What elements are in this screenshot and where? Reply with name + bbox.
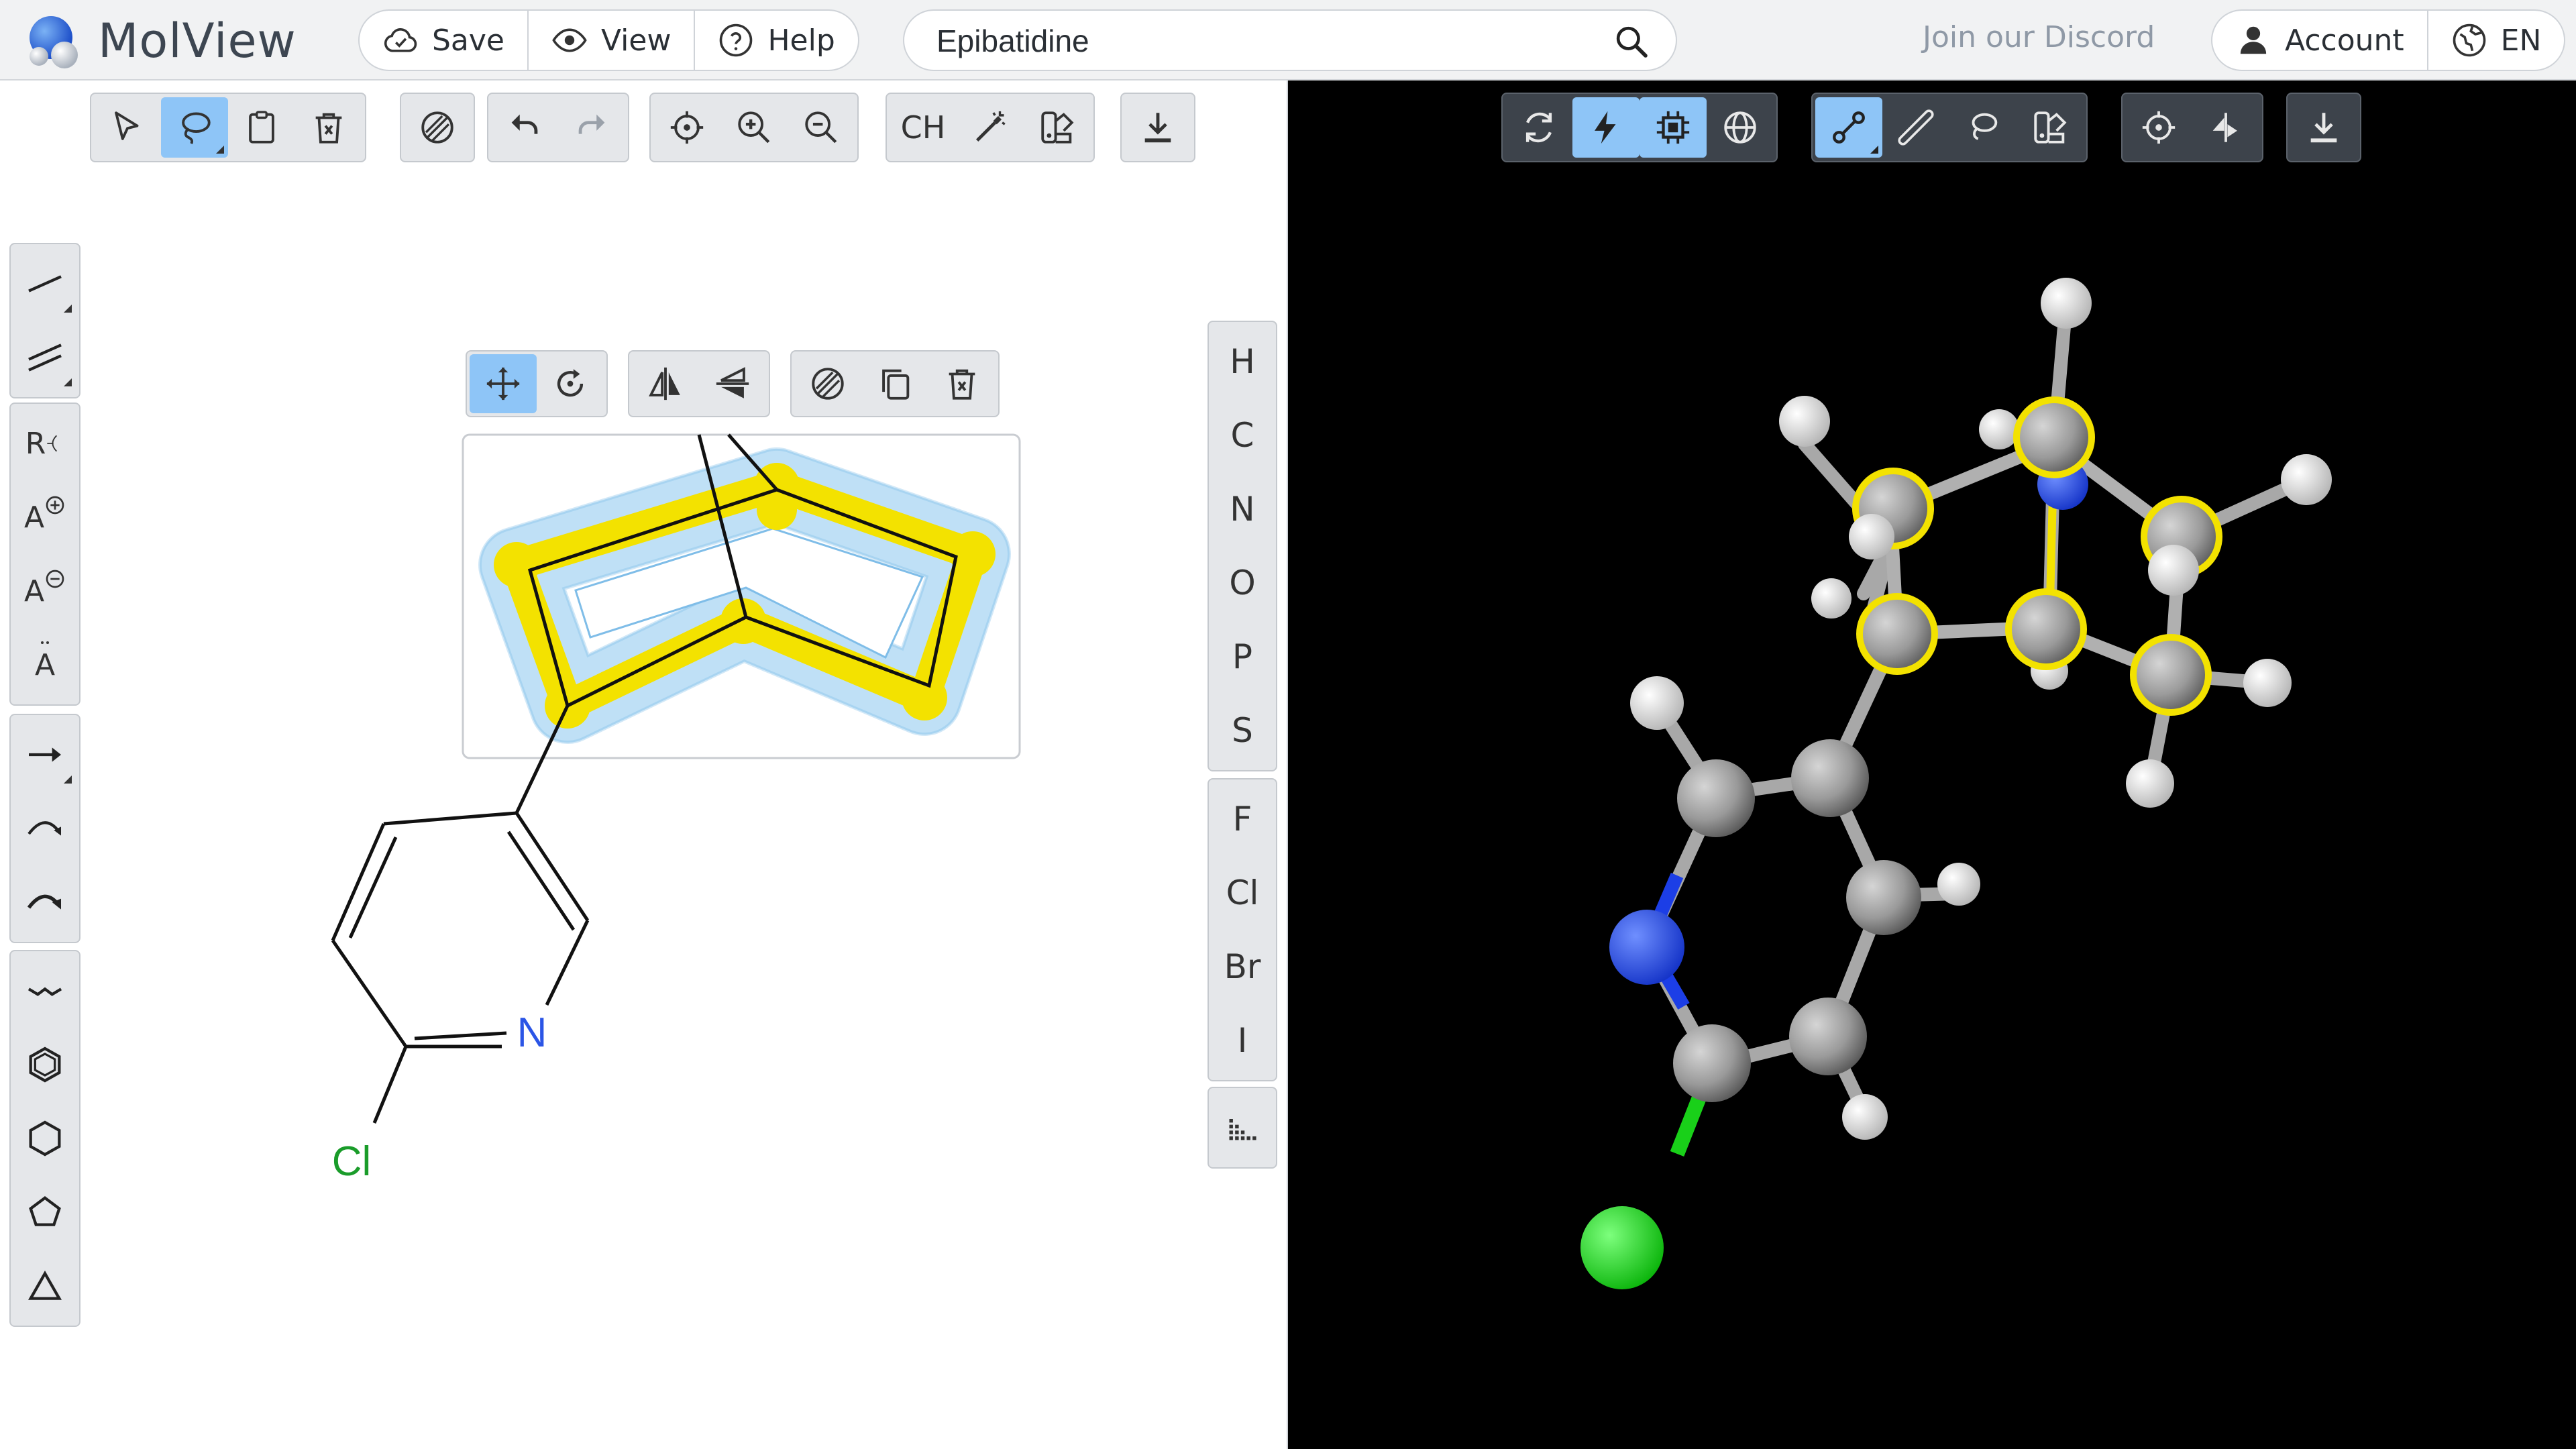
lasso-3d-button[interactable] bbox=[1949, 97, 2017, 158]
lasso-icon bbox=[1972, 113, 1998, 140]
atoms-3d bbox=[1580, 278, 2332, 1289]
globe-button[interactable] bbox=[1707, 97, 1774, 158]
viewer-measure-group bbox=[1811, 93, 2088, 162]
dropdown-indicator bbox=[1870, 146, 1878, 154]
swatch-icon bbox=[2034, 111, 2067, 144]
center-3d-button[interactable] bbox=[2125, 97, 2192, 158]
color-3d-button[interactable] bbox=[2017, 97, 2084, 158]
engine-button[interactable] bbox=[1640, 97, 1707, 158]
chlorine-atom-label[interactable]: Cl bbox=[332, 1138, 372, 1185]
user-icon bbox=[2240, 26, 2267, 54]
reset-rotation-button[interactable] bbox=[1505, 97, 1572, 158]
language-button[interactable]: EN bbox=[2426, 11, 2565, 70]
globe-language-icon bbox=[2453, 23, 2485, 57]
mirror-3d-button[interactable] bbox=[2192, 97, 2259, 158]
model-3d-canvas[interactable] bbox=[1288, 80, 2576, 1449]
search-icon[interactable] bbox=[1613, 23, 1650, 60]
discord-link[interactable]: Join our Discord bbox=[1923, 20, 2155, 54]
crosshair-icon bbox=[2142, 111, 2176, 144]
bonds-3d bbox=[1640, 297, 2313, 1120]
pyridine-ring-bonds bbox=[331, 811, 590, 1124]
bond-link-icon bbox=[1833, 111, 1865, 144]
nitrogen-atom-label[interactable]: N bbox=[517, 1010, 547, 1056]
bond-tool-button[interactable] bbox=[1815, 97, 1882, 158]
viewer-download-group bbox=[2286, 93, 2361, 162]
viewer-render-group bbox=[1501, 93, 1778, 162]
download-icon bbox=[2310, 113, 2337, 143]
download-3d-button[interactable] bbox=[2290, 97, 2357, 158]
structure-2d-canvas[interactable]: N Cl bbox=[0, 0, 1287, 1449]
ruler-button[interactable] bbox=[1882, 97, 1949, 158]
chip-icon bbox=[1656, 111, 1690, 144]
fast-render-button[interactable] bbox=[1572, 97, 1640, 158]
refresh-icon bbox=[1525, 112, 1552, 143]
account-menu: Account EN bbox=[2211, 9, 2566, 71]
viewer-3d[interactable] bbox=[1288, 80, 2576, 1449]
viewer-view-group bbox=[2121, 93, 2263, 162]
globe-icon bbox=[1724, 111, 1756, 144]
bolt-icon bbox=[1595, 111, 1616, 144]
account-label: Account bbox=[2285, 23, 2404, 58]
mirror-icon bbox=[2212, 113, 2237, 142]
account-button[interactable]: Account bbox=[2212, 11, 2427, 70]
language-label: EN bbox=[2500, 23, 2542, 58]
ruler-icon bbox=[1898, 109, 1934, 146]
